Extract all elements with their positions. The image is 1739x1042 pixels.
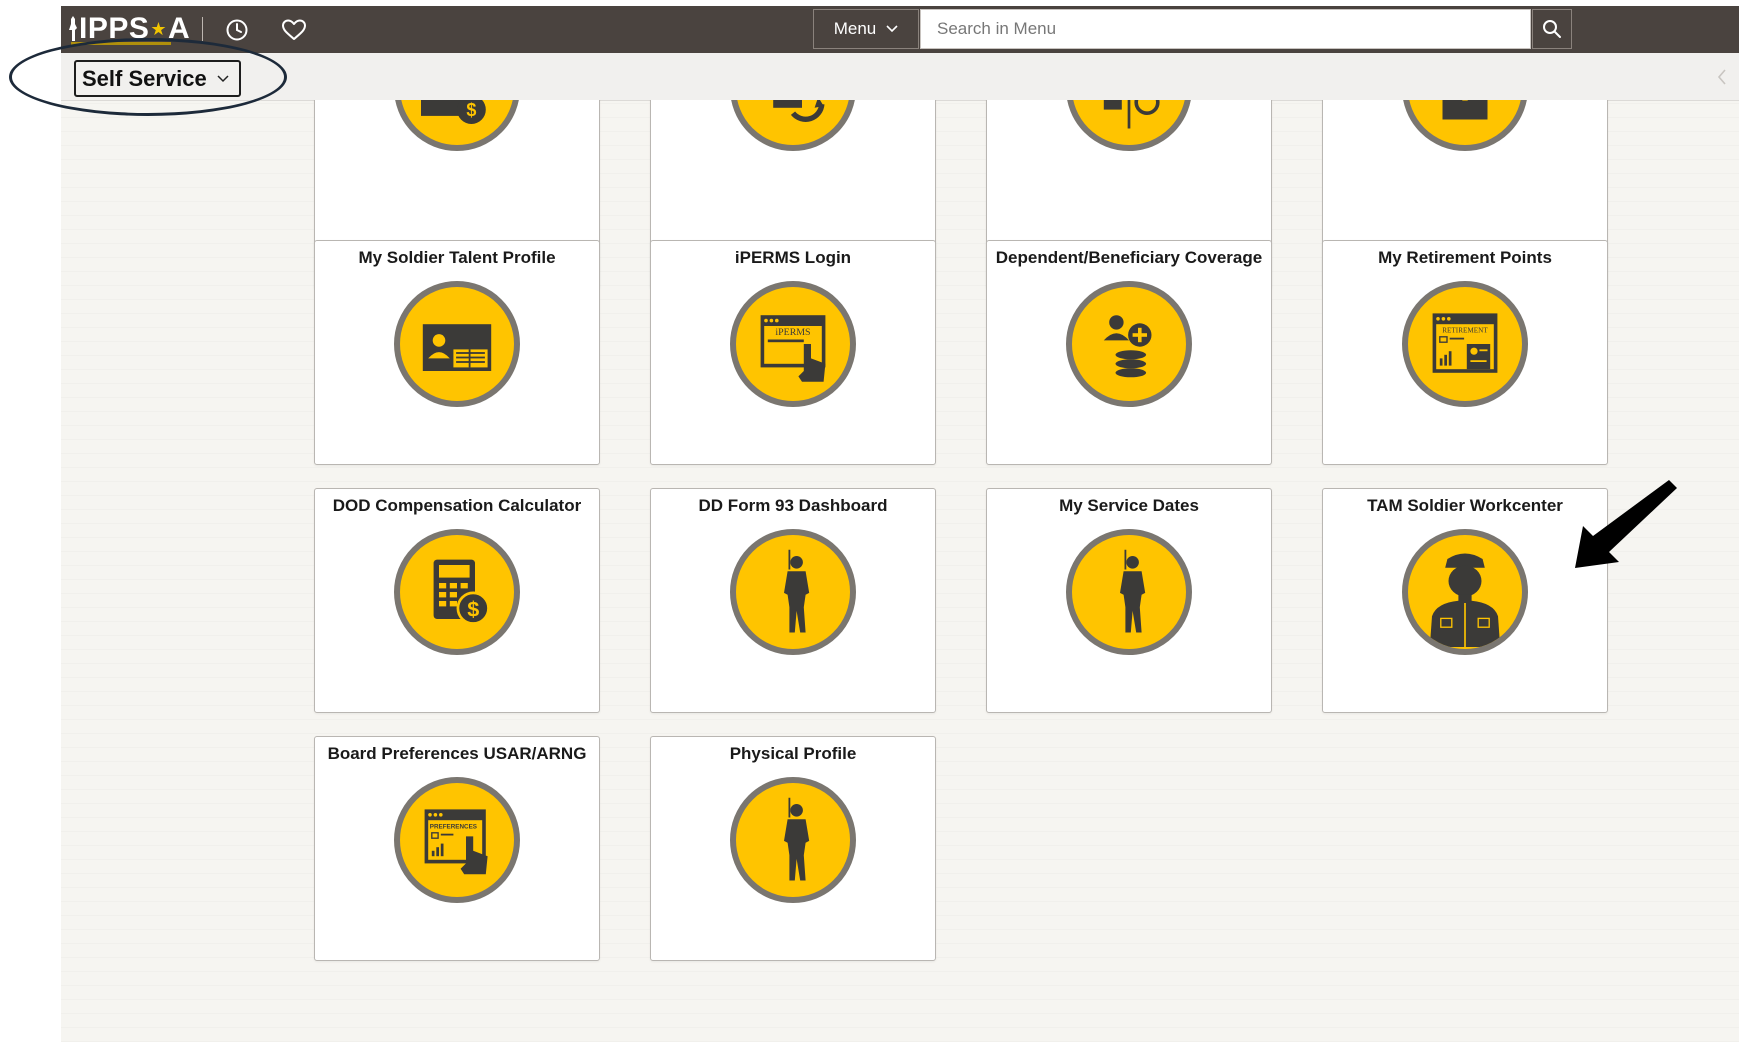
- tile-title: My Retirement Points: [1378, 248, 1552, 267]
- preferences-window-icon: PREFERENCES: [394, 777, 520, 903]
- iperms-window-icon: iPERMS: [730, 281, 856, 407]
- recent-history-button[interactable]: [223, 16, 251, 44]
- tile-title: iPERMS Login: [734, 248, 852, 267]
- menu-label: Menu: [833, 19, 877, 38]
- preferences-icon-label: PREFERENCES: [430, 823, 477, 830]
- collapse-arrow-icon[interactable]: [1715, 67, 1729, 87]
- tile-title: Physical Profile: [729, 744, 857, 763]
- navigator-menu-button[interactable]: Menu: [813, 9, 919, 49]
- logo-star: ★: [150, 18, 168, 39]
- logo-underline: [71, 42, 171, 45]
- tile-soldier-talent-profile[interactable]: My Soldier Talent Profile: [314, 240, 600, 465]
- homepage-selector-label: Self Service: [82, 65, 207, 91]
- tile-iperms-login[interactable]: iPERMS Login iPERMS: [650, 240, 936, 465]
- tile-grid: $ My Soldier Talent Profile iPERMS Login…: [61, 100, 1739, 1042]
- ippsa-logo[interactable]: IPPS ★ A: [67, 12, 190, 46]
- search-button[interactable]: [1532, 9, 1572, 49]
- top-banner: IPPS ★ A Menu: [61, 6, 1739, 53]
- logo-suffix: A: [168, 12, 191, 45]
- tile-dd-form-93-dashboard[interactable]: DD Form 93 Dashboard: [650, 488, 936, 713]
- svg-text:$: $: [466, 100, 476, 120]
- soldier-bust-icon: [1402, 529, 1528, 655]
- soldier-logo-icon: [69, 16, 77, 41]
- homepage-bar: Self Service: [61, 53, 1739, 101]
- chevron-down-icon: [886, 25, 898, 33]
- soldier-silhouette-icon: [1066, 529, 1192, 655]
- favorites-icon: [282, 19, 306, 40]
- tile-physical-profile[interactable]: Physical Profile: [650, 736, 936, 961]
- retirement-report-icon: RETIREMENT: [1402, 281, 1528, 407]
- app-window: IPPS ★ A Menu Search in Menu Self Servic…: [61, 6, 1739, 1042]
- tile-title: DOD Compensation Calculator: [332, 496, 582, 515]
- favorites-button[interactable]: [280, 16, 308, 44]
- tile-retirement-points[interactable]: My Retirement Points RETIREMENT: [1322, 240, 1608, 465]
- header-divider: [202, 17, 203, 41]
- tile-title: TAM Soldier Workcenter: [1367, 496, 1563, 515]
- tile-my-service-dates[interactable]: My Service Dates: [986, 488, 1272, 713]
- tile-title: My Soldier Talent Profile: [358, 248, 556, 267]
- history-icon: [226, 19, 248, 41]
- iperms-icon-label: iPERMS: [775, 327, 810, 338]
- dependent-coins-icon: [1066, 281, 1192, 407]
- tile-title: DD Form 93 Dashboard: [698, 496, 888, 515]
- split-document-icon: [1066, 100, 1192, 151]
- calculator-dollar-icon: $: [394, 529, 520, 655]
- tile-title: Dependent/Beneficiary Coverage: [995, 248, 1263, 267]
- tile-board-preferences[interactable]: Board Preferences USAR/ARNG PREFERENCES: [314, 736, 600, 961]
- chevron-down-icon: [217, 74, 229, 82]
- retirement-icon-label: RETIREMENT: [1442, 326, 1488, 334]
- svg-text:$: $: [467, 596, 479, 621]
- lock-icon: [1402, 100, 1528, 151]
- tile-title: Board Preferences USAR/ARNG: [327, 744, 587, 763]
- menu-search-input[interactable]: [920, 9, 1531, 49]
- logo-text: IPPS: [79, 12, 150, 45]
- id-card-icon: [394, 281, 520, 407]
- tile-tam-soldier-workcenter[interactable]: TAM Soldier Workcenter: [1322, 488, 1608, 713]
- payment-icon: $: [394, 100, 520, 151]
- tile-title: My Service Dates: [1059, 496, 1199, 515]
- tile-dod-compensation-calculator[interactable]: DOD Compensation Calculator $: [314, 488, 600, 713]
- search-icon: [1543, 20, 1561, 38]
- soldier-silhouette-icon: [730, 777, 856, 903]
- refresh-document-icon: [730, 100, 856, 151]
- soldier-silhouette-icon: [730, 529, 856, 655]
- tile-dependent-beneficiary[interactable]: Dependent/Beneficiary Coverage: [986, 240, 1272, 465]
- homepage-selector[interactable]: Self Service: [74, 60, 241, 97]
